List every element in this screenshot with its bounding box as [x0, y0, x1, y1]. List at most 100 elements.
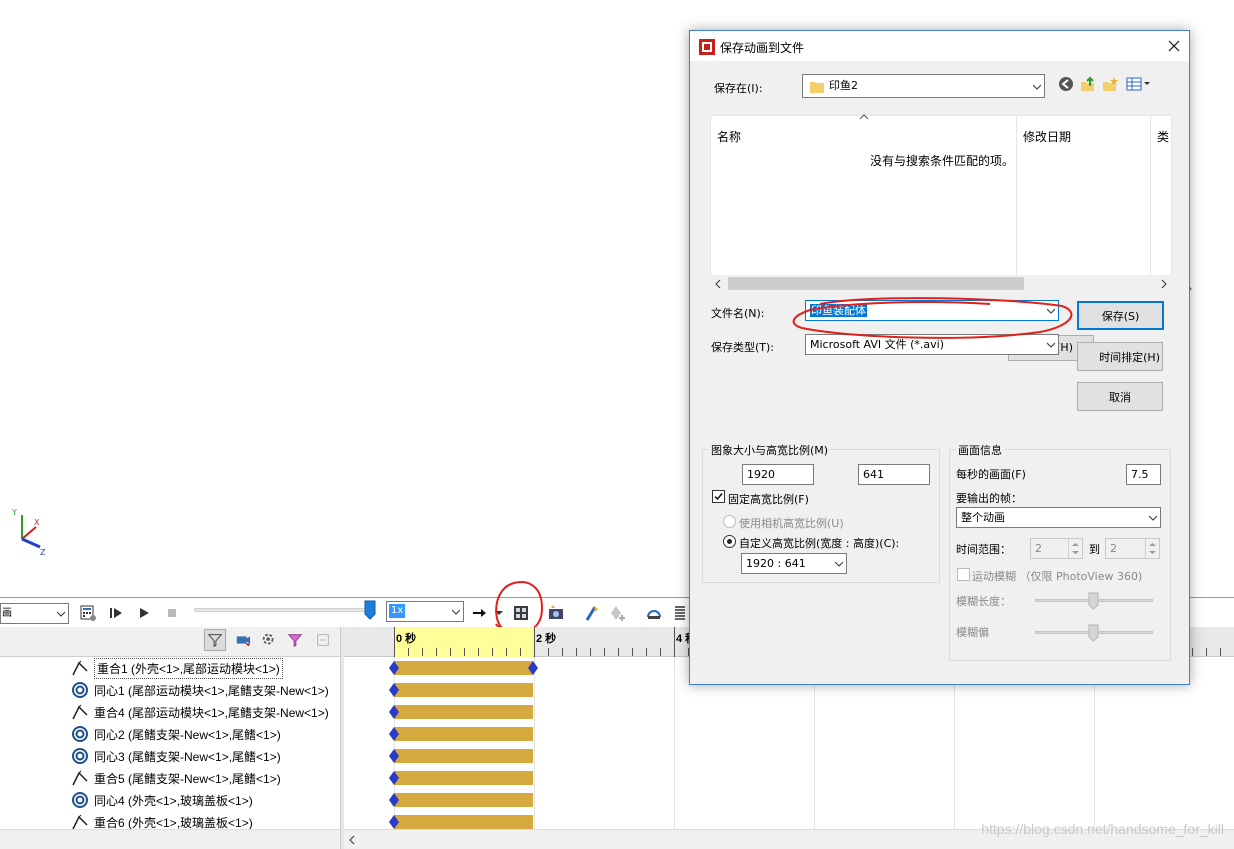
fixed-ratio-checkbox[interactable] [712, 490, 725, 503]
keyframe-icon[interactable] [389, 661, 399, 675]
time-from-spinner[interactable] [1068, 539, 1082, 558]
dialog-titlebar[interactable]: 保存动画到文件 [690, 31, 1189, 61]
tree-row[interactable]: 同心4 (外壳<1>,玻璃盖板<1>) [70, 789, 253, 811]
column-header-name[interactable]: 名称 [717, 128, 741, 145]
timeline-bar[interactable] [394, 727, 533, 741]
save-animation-button[interactable] [511, 603, 531, 623]
timeline-bar[interactable] [394, 793, 533, 807]
column-header-type[interactable]: 类 [1157, 128, 1169, 145]
save-button[interactable]: 保存(S) [1077, 301, 1164, 330]
collapse-tree-button[interactable] [312, 629, 334, 651]
filetype-select[interactable]: Microsoft AVI 文件 (*.avi) [805, 334, 1059, 355]
time-from-value: 2 [1035, 542, 1042, 555]
image-height-input[interactable]: 641 [858, 464, 930, 485]
tree-horizontal-scrollbar[interactable] [0, 829, 340, 849]
tree-row-label: 重合1 (外壳<1>,尾部运动模块<1>) [94, 657, 283, 679]
keyframe-icon[interactable] [389, 705, 399, 719]
stop-button[interactable] [162, 603, 182, 623]
keyframe-icon[interactable] [528, 661, 538, 675]
back-button[interactable] [1058, 76, 1076, 94]
chevron-down-icon [452, 609, 460, 615]
timeline-bar[interactable] [394, 771, 533, 785]
filter-results-button[interactable] [284, 629, 306, 651]
app-icon [699, 39, 715, 55]
chevron-left-icon[interactable] [714, 279, 722, 289]
time-to-input[interactable]: 2 [1105, 538, 1160, 559]
view-menu-button[interactable] [1126, 76, 1154, 94]
column-header-modified[interactable]: 修改日期 [1023, 128, 1071, 145]
custom-ratio-radio[interactable] [723, 535, 736, 548]
playback-slider-thumb[interactable] [364, 600, 376, 620]
keyframe-icon[interactable] [389, 771, 399, 785]
keyframe-icon[interactable] [389, 683, 399, 697]
filter-selected-button[interactable] [258, 629, 280, 651]
calculate-button[interactable] [78, 603, 98, 623]
svg-text:X: X [34, 518, 40, 527]
scrollbar-thumb[interactable] [728, 277, 1024, 290]
playback-mode-dropdown[interactable] [494, 603, 504, 623]
study-type-select[interactable]: 画 [0, 603, 69, 624]
tree-row[interactable]: 重合5 (尾鳍支架-New<1>,尾鳍<1>) [70, 767, 281, 789]
new-folder-button[interactable] [1102, 76, 1120, 94]
timeline-bar[interactable] [394, 683, 533, 697]
cancel-button[interactable]: 取消 [1077, 382, 1163, 411]
study-type-value: 画 [2, 608, 12, 619]
spring-button[interactable] [670, 603, 690, 623]
keyframe-icon[interactable] [389, 793, 399, 807]
save-animation-dialog: 保存动画到文件 保存在(I): 印鱼2 名称 修改日期 类 没有与搜索条件匹配的… [689, 30, 1190, 685]
save-in-select[interactable]: 印鱼2 [802, 74, 1045, 98]
tree-row[interactable]: 同心3 (尾鳍支架-New<1>,尾鳍<1>) [70, 745, 281, 767]
timeline-bar[interactable] [394, 661, 533, 675]
chevron-right-icon[interactable] [1160, 279, 1168, 289]
timeline-bar[interactable] [394, 749, 533, 763]
filetype-value: Microsoft AVI 文件 (*.avi) [810, 338, 945, 351]
ratio-select[interactable]: 1920 : 641 [741, 553, 847, 574]
motor-button[interactable] [644, 603, 664, 623]
schedule-button[interactable]: 时间排定(H) [1077, 342, 1163, 371]
tree-row[interactable]: 重合1 (外壳<1>,尾部运动模块<1>) [70, 657, 283, 679]
camera-ratio-radio[interactable] [723, 515, 736, 528]
svg-text:Z: Z [40, 548, 46, 557]
time-from-input[interactable]: 2 [1030, 538, 1083, 559]
play-button[interactable] [134, 603, 154, 623]
column-divider[interactable] [1016, 116, 1017, 276]
add-key-button[interactable] [608, 603, 628, 623]
autokey-button[interactable] [582, 603, 602, 623]
file-list-scrollbar[interactable] [710, 275, 1172, 292]
fps-input[interactable]: 7.5 [1126, 464, 1161, 485]
chevron-down-icon [835, 561, 843, 567]
chevron-left-icon[interactable] [348, 835, 356, 845]
file-list[interactable]: 名称 修改日期 类 没有与搜索条件匹配的项。 [710, 114, 1172, 291]
motion-blur-checkbox[interactable] [957, 568, 970, 581]
animation-wizard-button[interactable] [546, 603, 566, 623]
keyframe-icon[interactable] [389, 749, 399, 763]
ruler-tick [562, 648, 563, 656]
keyframe-icon[interactable] [389, 727, 399, 741]
concentric-mate-icon [70, 724, 90, 744]
blur-offset-slider-thumb[interactable] [1088, 624, 1099, 642]
playback-slider[interactable] [194, 608, 370, 612]
ruler-tick [408, 648, 409, 656]
up-folder-button[interactable] [1080, 76, 1098, 94]
close-button[interactable] [1159, 31, 1189, 61]
filter-animated-button[interactable] [204, 629, 226, 651]
time-to-spinner[interactable] [1145, 539, 1159, 558]
filename-input[interactable]: 印鱼装配体 [805, 300, 1059, 321]
filter-driving-button[interactable] [232, 629, 254, 651]
chevron-down-icon [1047, 342, 1055, 348]
tree-row[interactable]: 重合4 (尾部运动模块<1>,尾鳍支架-New<1>) [70, 701, 329, 723]
ruler-tick [576, 648, 577, 656]
frames-select[interactable]: 整个动画 [956, 507, 1161, 528]
image-width-input[interactable]: 1920 [742, 464, 814, 485]
playback-mode-button[interactable] [470, 603, 490, 623]
ruler-tick [506, 648, 507, 656]
keyframe-icon[interactable] [389, 815, 399, 829]
play-from-start-button[interactable] [106, 603, 126, 623]
tree-row[interactable]: 同心1 (尾部运动模块<1>,尾鳍支架-New<1>) [70, 679, 329, 701]
tree-row[interactable]: 同心2 (尾鳍支架-New<1>,尾鳍<1>) [70, 723, 281, 745]
column-divider[interactable] [1150, 116, 1151, 276]
blur-length-slider-thumb[interactable] [1088, 592, 1099, 610]
playback-speed-select[interactable]: 1x [386, 601, 464, 622]
timeline-bar[interactable] [394, 705, 533, 719]
timeline-bar[interactable] [394, 815, 533, 829]
